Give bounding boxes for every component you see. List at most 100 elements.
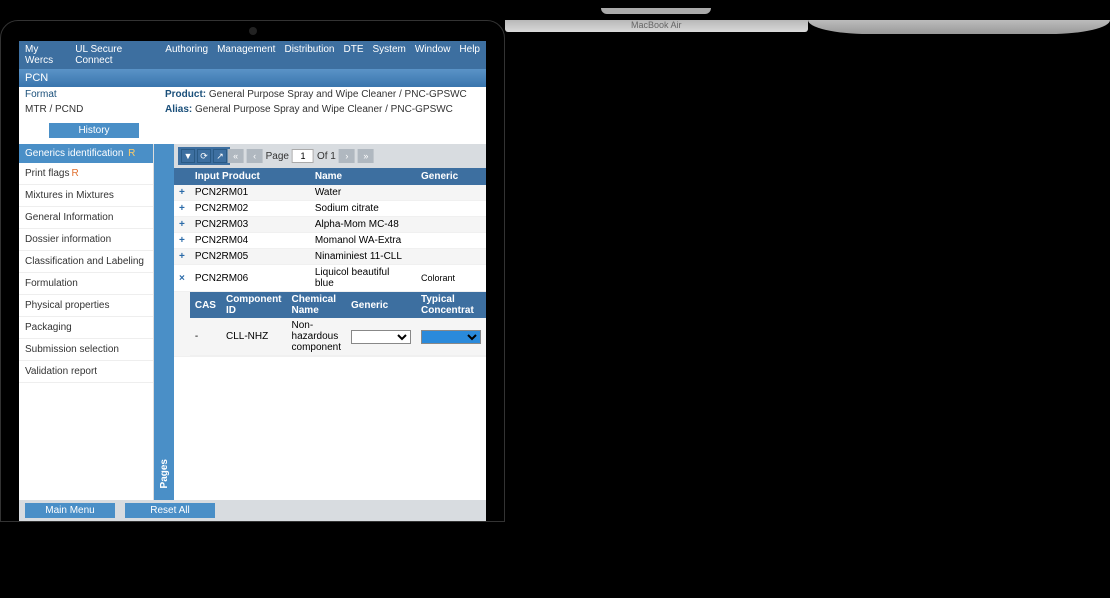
sidebar-item-label: Mixtures in Mixtures bbox=[25, 190, 114, 201]
sidebar-item-print-flags[interactable]: Print flagsR bbox=[19, 163, 153, 185]
format-value: MTR / PCND bbox=[25, 104, 165, 115]
pager: « ‹ Page Of 1 › » bbox=[228, 149, 374, 163]
sidebar-item-physical[interactable]: Physical properties bbox=[19, 295, 153, 317]
sidebar-item-label: Formulation bbox=[25, 278, 78, 289]
sidebar-item-formulation[interactable]: Formulation bbox=[19, 273, 153, 295]
table-row[interactable]: +PCN2RM03Alpha-Mom MC-48 bbox=[174, 217, 486, 233]
subcol-chemical-name[interactable]: Chemical Name bbox=[287, 292, 346, 318]
reset-all-button[interactable]: Reset All bbox=[125, 503, 215, 518]
typical-concentration-dropdown[interactable] bbox=[421, 330, 481, 344]
product-value: General Purpose Spray and Wipe Cleaner /… bbox=[209, 89, 467, 100]
cell-name: Alpha-Mom MC-48 bbox=[310, 217, 416, 233]
collapse-icon[interactable]: × bbox=[174, 265, 190, 292]
cell-generic bbox=[416, 217, 486, 233]
menu-help[interactable]: Help bbox=[459, 44, 480, 66]
menu-authoring[interactable]: Authoring bbox=[165, 44, 208, 66]
sidebar-header[interactable]: Generics identification R bbox=[19, 144, 153, 163]
pages-tab[interactable]: Pages bbox=[154, 144, 174, 500]
menu-ul-secure-connect[interactable]: UL Secure Connect bbox=[75, 44, 156, 66]
sidebar: Generics identification R Print flagsR M… bbox=[19, 144, 154, 500]
table-row[interactable]: ×PCN2RM06Liquicol beautiful blueColorant bbox=[174, 265, 486, 292]
menu-my-wercs[interactable]: My Wercs bbox=[25, 44, 66, 66]
subcol-component-id[interactable]: Component ID bbox=[221, 292, 287, 318]
pager-last-icon[interactable]: » bbox=[358, 149, 374, 163]
menu-system[interactable]: System bbox=[373, 44, 406, 66]
menu-dte[interactable]: DTE bbox=[344, 44, 364, 66]
col-expand bbox=[174, 168, 190, 185]
subcell-comp: CLL-NHZ bbox=[221, 318, 287, 356]
cell-input: PCN2RM05 bbox=[190, 249, 310, 265]
table-row[interactable]: +PCN2RM01Water bbox=[174, 185, 486, 201]
table-row[interactable]: +PCN2RM04Momanol WA-Extra bbox=[174, 233, 486, 249]
sidebar-item-classification[interactable]: Classification and Labeling bbox=[19, 251, 153, 273]
sidebar-item-flag: R bbox=[71, 168, 78, 179]
sidebar-item-label: General Information bbox=[25, 212, 113, 223]
sub-header-row: CAS Component ID Chemical Name Generic T… bbox=[174, 292, 486, 357]
sidebar-item-mixtures[interactable]: Mixtures in Mixtures bbox=[19, 185, 153, 207]
sidebar-item-label: Physical properties bbox=[25, 300, 109, 311]
toolbar: ▼ ⟳ ↗ « ‹ Page Of 1 › » bbox=[174, 144, 486, 168]
generic-dropdown[interactable] bbox=[351, 330, 411, 344]
sidebar-item-packaging[interactable]: Packaging bbox=[19, 317, 153, 339]
col-name[interactable]: Name bbox=[310, 168, 416, 185]
subcell-chem: Non-hazardous component bbox=[287, 318, 346, 356]
sidebar-item-label: Classification and Labeling bbox=[25, 256, 144, 267]
sidebar-item-label: Submission selection bbox=[25, 344, 119, 355]
expand-icon[interactable]: + bbox=[174, 185, 190, 201]
pager-of-label: Of 1 bbox=[317, 151, 336, 162]
footer: Main Menu Reset All bbox=[19, 500, 486, 521]
main-table: Input Product Name Generic +PCN2RM01Wate… bbox=[174, 168, 486, 357]
menu-bar: My Wercs UL Secure Connect Authoring Man… bbox=[19, 41, 486, 69]
cell-input: PCN2RM04 bbox=[190, 233, 310, 249]
pager-page-input[interactable] bbox=[292, 149, 314, 163]
menu-distribution[interactable]: Distribution bbox=[284, 44, 334, 66]
table-row[interactable]: +PCN2RM05Ninaminiest 11-CLL bbox=[174, 249, 486, 265]
refresh-icon[interactable]: ⟳ bbox=[197, 149, 211, 163]
cell-input: PCN2RM02 bbox=[190, 201, 310, 217]
sidebar-header-label: Generics identification bbox=[25, 148, 123, 159]
sidebar-item-label: Print flags bbox=[25, 168, 69, 179]
cell-generic: Colorant bbox=[416, 265, 486, 292]
subcol-cas[interactable]: CAS bbox=[190, 292, 221, 318]
cell-generic bbox=[416, 201, 486, 217]
col-generic[interactable]: Generic bbox=[416, 168, 486, 185]
product-label: Product: bbox=[165, 89, 206, 100]
main-menu-button[interactable]: Main Menu bbox=[25, 503, 115, 518]
alias-value: General Purpose Spray and Wipe Cleaner /… bbox=[195, 104, 453, 115]
sidebar-item-validation[interactable]: Validation report bbox=[19, 361, 153, 383]
pager-prev-icon[interactable]: ‹ bbox=[247, 149, 263, 163]
sidebar-header-flag: R bbox=[128, 148, 135, 159]
pager-page-label: Page bbox=[266, 151, 289, 162]
expand-icon[interactable]: + bbox=[174, 233, 190, 249]
expand-icon[interactable]: + bbox=[174, 201, 190, 217]
filter-icon[interactable]: ▼ bbox=[181, 149, 195, 163]
cell-name: Liquicol beautiful blue bbox=[310, 265, 416, 292]
menu-window[interactable]: Window bbox=[415, 44, 451, 66]
table-header-row: Input Product Name Generic bbox=[174, 168, 486, 185]
cell-name: Water bbox=[310, 185, 416, 201]
pager-next-icon[interactable]: › bbox=[339, 149, 355, 163]
history-button[interactable]: History bbox=[49, 123, 139, 138]
sub-table-row[interactable]: - CLL-NHZ Non-hazardous component bbox=[190, 318, 486, 356]
subcol-typical-concentration[interactable]: Typical Concentrat bbox=[416, 292, 486, 318]
expand-icon[interactable]: + bbox=[174, 217, 190, 233]
subcol-generic[interactable]: Generic bbox=[346, 292, 416, 318]
sidebar-item-label: Packaging bbox=[25, 322, 72, 333]
cell-generic bbox=[416, 185, 486, 201]
cell-input: PCN2RM03 bbox=[190, 217, 310, 233]
col-input-product[interactable]: Input Product bbox=[190, 168, 310, 185]
table-row[interactable]: +PCN2RM02Sodium citrate bbox=[174, 201, 486, 217]
cell-input: PCN2RM01 bbox=[190, 185, 310, 201]
sidebar-item-general-info[interactable]: General Information bbox=[19, 207, 153, 229]
sidebar-item-submission[interactable]: Submission selection bbox=[19, 339, 153, 361]
sidebar-item-label: Validation report bbox=[25, 366, 97, 377]
sidebar-item-dossier[interactable]: Dossier information bbox=[19, 229, 153, 251]
pager-first-icon[interactable]: « bbox=[228, 149, 244, 163]
menu-management[interactable]: Management bbox=[217, 44, 275, 66]
cell-generic bbox=[416, 233, 486, 249]
cell-name: Ninaminiest 11-CLL bbox=[310, 249, 416, 265]
cell-generic bbox=[416, 249, 486, 265]
expand-icon[interactable]: + bbox=[174, 249, 190, 265]
export-icon[interactable]: ↗ bbox=[213, 149, 227, 163]
sidebar-item-label: Dossier information bbox=[25, 234, 111, 245]
